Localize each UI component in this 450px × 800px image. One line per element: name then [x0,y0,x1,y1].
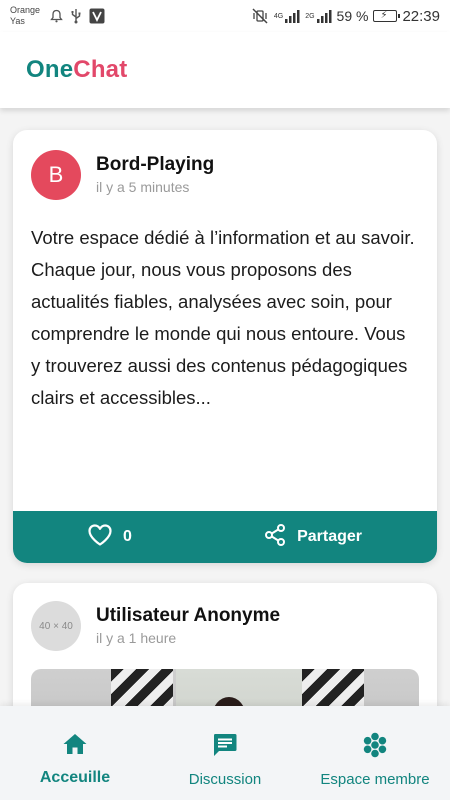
post-header: 40 × 40 Utilisateur Anonyme il y a 1 heu… [13,583,437,651]
nav-home-label: Acceuille [39,769,111,786]
signal-4g-icon: 4G [274,9,300,23]
share-label: Partager [297,528,362,545]
like-button[interactable]: 0 [87,523,132,552]
post-author[interactable]: Utilisateur Anonyme [96,605,280,627]
avatar-placeholder-text: 40 × 40 [39,620,73,632]
nav-discussion[interactable]: Discussion [150,706,300,800]
post-time: il y a 5 minutes [96,179,190,195]
carrier-line2: Yas [10,16,25,26]
logo-chat: Chat [73,56,128,83]
home-icon [62,732,88,761]
chat-icon [212,732,238,763]
battery-percent: 59 % [336,8,369,24]
bottom-navigation: Acceuille Discussion Espace membre [0,706,450,800]
like-count: 0 [123,528,132,545]
avatar-placeholder[interactable]: 40 × 40 [31,601,81,651]
post-time: il y a 1 heure [96,630,177,646]
app-logo: OneChat [26,56,127,84]
share-icon [263,523,287,552]
post-action-bar: 0 Partager [13,511,437,563]
nav-espace-membre[interactable]: Espace membre [300,706,450,800]
share-button[interactable]: Partager [263,523,362,552]
clock: 22:39 [402,7,440,25]
nav-discussion-label: Discussion [188,771,262,788]
carrier-line1: Orange [10,5,41,15]
mute-vibrate-icon [251,8,269,24]
avatar-letter: B [48,162,64,187]
community-hexagons-icon [361,732,389,763]
post-card[interactable]: B Bord-Playing il y a 5 minutes Votre es… [13,130,437,563]
signal-2g-icon: 2G [305,9,332,23]
app-header: OneChat [0,32,450,108]
carrier-name: Orange Yas [10,5,42,27]
heart-icon [87,523,113,552]
post-header: B Bord-Playing il y a 5 minutes [13,130,437,200]
app-v-icon [89,8,105,24]
battery-charging-icon: ⚡ [373,10,401,22]
notification-bell-icon [50,9,63,23]
network-2g-label: 2G [305,12,315,20]
network-4g-label: 4G [273,12,284,20]
post-body[interactable]: Votre espace dédié à l’information et au… [13,200,437,511]
nav-espace-label: Espace membre [320,771,430,788]
post-feed[interactable]: B Bord-Playing il y a 5 minutes Votre es… [13,130,437,799]
nav-home[interactable]: Acceuille [0,706,150,800]
avatar[interactable]: B [31,150,81,200]
usb-icon [70,8,82,24]
status-bar: Orange Yas 4G 2G 59 % ⚡ 22:39 [0,0,450,32]
post-author[interactable]: Bord-Playing [96,154,214,176]
logo-one: One [26,56,74,83]
